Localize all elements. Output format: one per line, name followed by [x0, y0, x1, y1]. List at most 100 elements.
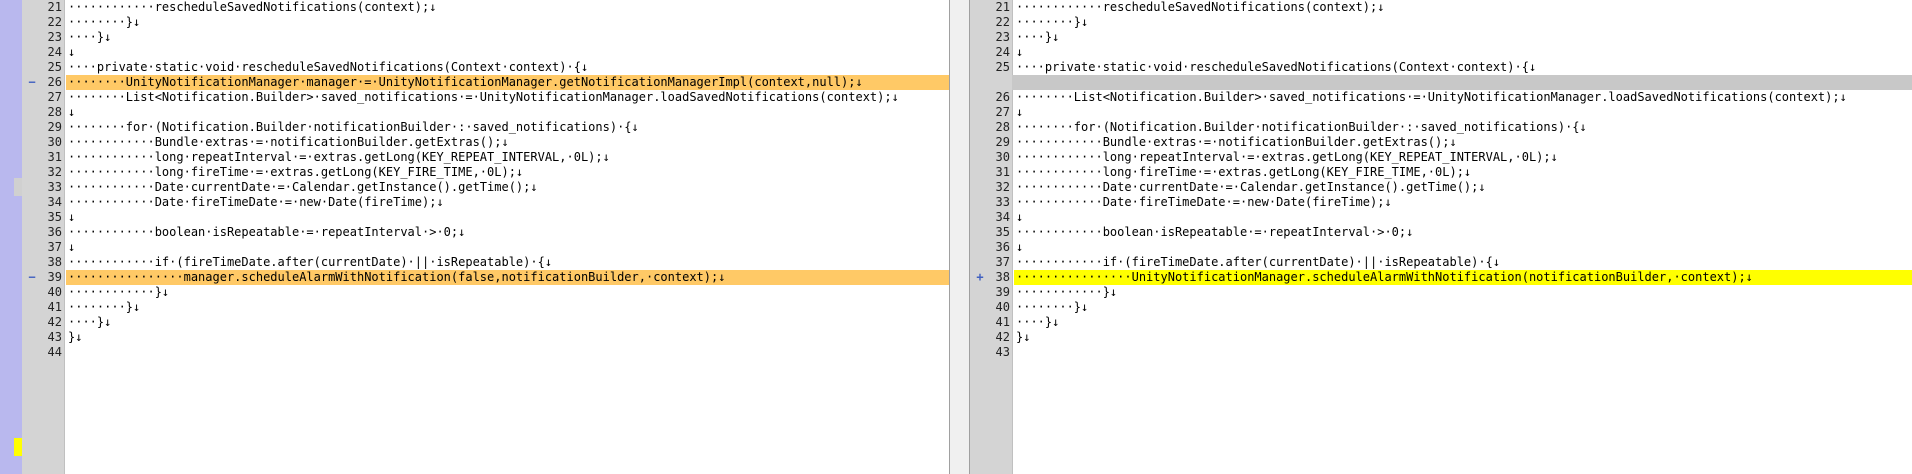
code-text[interactable]: ····}↓: [1014, 30, 1912, 45]
code-text[interactable]: ············long·repeatInterval·=·extras…: [1014, 150, 1912, 165]
code-line[interactable]: 29 ············Bundle·extras·=·notificati…: [970, 135, 1912, 150]
code-line[interactable]: 29 ········for·(Notification.Builder·noti…: [22, 120, 949, 135]
code-text[interactable]: ↓: [1014, 105, 1912, 120]
code-line[interactable]: 38 ············if·(fireTimeDate.after(cur…: [22, 255, 949, 270]
code-line[interactable]: 28 ········for·(Notification.Builder·noti…: [970, 120, 1912, 135]
code-line[interactable]: 22 ········}↓: [22, 15, 949, 30]
code-line[interactable]: 34 ············Date·fireTimeDate·=·new·Da…: [22, 195, 949, 210]
code-line[interactable]: 41 ········}↓: [22, 300, 949, 315]
code-text[interactable]: ············rescheduleSavedNotifications…: [1014, 0, 1912, 15]
code-text[interactable]: ········}↓: [66, 15, 949, 30]
code-text[interactable]: }↓: [66, 330, 949, 345]
code-text[interactable]: ↓: [1014, 45, 1912, 60]
code-line[interactable]: 42 ····}↓: [22, 315, 949, 330]
code-line[interactable]: 26 ········List<Notification.Builder>·sav…: [970, 90, 1912, 105]
code-line[interactable]: 42}↓: [970, 330, 1912, 345]
code-text[interactable]: ············}↓: [66, 285, 949, 300]
code-text[interactable]: ········}↓: [66, 300, 949, 315]
code-text[interactable]: ········}↓: [1014, 300, 1912, 315]
code-line[interactable]: 35 ············boolean·isRepeatable·=·rep…: [970, 225, 1912, 240]
line-number: 37: [47, 240, 62, 254]
code-line[interactable]: 41 ····}↓: [970, 315, 1912, 330]
code-line[interactable]: 34 ↓: [970, 210, 1912, 225]
code-line[interactable]: −39 ················manager.scheduleAlarm…: [22, 270, 949, 285]
code-line[interactable]: 35 ↓: [22, 210, 949, 225]
code-line[interactable]: 28 ↓: [22, 105, 949, 120]
code-line[interactable]: 37 ↓: [22, 240, 949, 255]
code-text[interactable]: ············long·fireTime·=·extras.getLo…: [1014, 165, 1912, 180]
code-line[interactable]: 21 ············rescheduleSavedNotificatio…: [970, 0, 1912, 15]
right-editor-pane[interactable]: 21 ············rescheduleSavedNotificatio…: [970, 0, 1912, 474]
code-text[interactable]: ············if·(fireTimeDate.after(curre…: [1014, 255, 1912, 270]
code-line[interactable]: 36 ↓: [970, 240, 1912, 255]
code-text[interactable]: ············if·(fireTimeDate.after(curre…: [66, 255, 949, 270]
code-text[interactable]: ········UnityNotificationManager·manager…: [66, 75, 949, 90]
code-text[interactable]: ↓: [66, 105, 949, 120]
code-text[interactable]: ↓: [66, 240, 949, 255]
code-line[interactable]: 32 ············Date·currentDate·=·Calenda…: [970, 180, 1912, 195]
code-line[interactable]: 31 ············long·fireTime·=·extras.get…: [970, 165, 1912, 180]
code-text[interactable]: ············rescheduleSavedNotifications…: [66, 0, 949, 15]
code-text[interactable]: ↓: [1014, 210, 1912, 225]
overview-change-marker[interactable]: [14, 178, 22, 196]
code-line[interactable]: 32 ············long·fireTime·=·extras.get…: [22, 165, 949, 180]
code-line[interactable]: 44: [22, 345, 949, 360]
code-text[interactable]: ············Bundle·extras·=·notification…: [1014, 135, 1912, 150]
code-text[interactable]: ········List<Notification.Builder>·saved…: [1014, 90, 1912, 105]
code-text[interactable]: ········}↓: [1014, 15, 1912, 30]
code-line[interactable]: 25 ····private·static·void·rescheduleSave…: [970, 60, 1912, 75]
code-text[interactable]: ········for·(Notification.Builder·notifi…: [1014, 120, 1912, 135]
left-editor-pane[interactable]: 21 ············rescheduleSavedNotificatio…: [22, 0, 949, 474]
code-line[interactable]: 27 ↓: [970, 105, 1912, 120]
code-line[interactable]: 31 ············long·repeatInterval·=·extr…: [22, 150, 949, 165]
code-text[interactable]: ················manager.scheduleAlarmWit…: [66, 270, 949, 285]
code-line[interactable]: 24 ↓: [970, 45, 1912, 60]
code-text[interactable]: ↓: [66, 210, 949, 225]
code-text[interactable]: ····private·static·void·rescheduleSavedN…: [66, 60, 949, 75]
code-text[interactable]: ········List<Notification.Builder>·saved…: [66, 90, 949, 105]
code-line[interactable]: 40 ············}↓: [22, 285, 949, 300]
code-line[interactable]: 39 ············}↓: [970, 285, 1912, 300]
diff-overview-bar[interactable]: [0, 0, 23, 474]
code-text[interactable]: ↓: [1014, 240, 1912, 255]
code-text[interactable]: }↓: [1014, 330, 1912, 345]
code-line[interactable]: 23 ····}↓: [22, 30, 949, 45]
code-line[interactable]: 36 ············boolean·isRepeatable·=·rep…: [22, 225, 949, 240]
code-line[interactable]: 24 ↓: [22, 45, 949, 60]
code-text[interactable]: ················UnityNotificationManager…: [1014, 270, 1912, 285]
code-text[interactable]: ············Date·currentDate·=·Calendar.…: [66, 180, 949, 195]
code-text[interactable]: ············Date·currentDate·=·Calendar.…: [1014, 180, 1912, 195]
code-line[interactable]: 43: [970, 345, 1912, 360]
code-text[interactable]: ········for·(Notification.Builder·notifi…: [66, 120, 949, 135]
code-text[interactable]: ············}↓: [1014, 285, 1912, 300]
code-line[interactable]: −26 ········UnityNotificationManager·mana…: [22, 75, 949, 90]
code-line[interactable]: 30 ············Bundle·extras·=·notificati…: [22, 135, 949, 150]
code-line[interactable]: 21 ············rescheduleSavedNotificatio…: [22, 0, 949, 15]
code-line[interactable]: 25 ····private·static·void·rescheduleSave…: [22, 60, 949, 75]
code-text[interactable]: ····private·static·void·rescheduleSavedN…: [1014, 60, 1912, 75]
code-text[interactable]: ············Bundle·extras·=·notification…: [66, 135, 949, 150]
code-text[interactable]: ············long·repeatInterval·=·extras…: [66, 150, 949, 165]
code-text[interactable]: ············long·fireTime·=·extras.getLo…: [66, 165, 949, 180]
code-text[interactable]: ↓: [66, 45, 949, 60]
code-line[interactable]: 27 ········List<Notification.Builder>·sav…: [22, 90, 949, 105]
code-line[interactable]: 23 ····}↓: [970, 30, 1912, 45]
code-text[interactable]: ············Date·fireTimeDate·=·new·Date…: [66, 195, 949, 210]
code-line[interactable]: 22 ········}↓: [970, 15, 1912, 30]
code-text[interactable]: ············Date·fireTimeDate·=·new·Date…: [1014, 195, 1912, 210]
code-line[interactable]: 30 ············long·repeatInterval·=·extr…: [970, 150, 1912, 165]
code-line[interactable]: 33 ············Date·currentDate·=·Calenda…: [22, 180, 949, 195]
code-text[interactable]: ············boolean·isRepeatable·=·repea…: [66, 225, 949, 240]
code-line[interactable]: 33 ············Date·fireTimeDate·=·new·Da…: [970, 195, 1912, 210]
code-text[interactable]: ····}↓: [66, 315, 949, 330]
code-line[interactable]: +38 ················UnityNotificationMana…: [970, 270, 1912, 285]
pane-splitter[interactable]: [949, 0, 970, 474]
code-line[interactable]: 37 ············if·(fireTimeDate.after(cur…: [970, 255, 1912, 270]
code-line[interactable]: 43}↓: [22, 330, 949, 345]
code-text[interactable]: ····}↓: [66, 30, 949, 45]
code-text[interactable]: ····}↓: [1014, 315, 1912, 330]
code-line[interactable]: 40 ········}↓: [970, 300, 1912, 315]
code-line[interactable]: [970, 75, 1912, 90]
code-text[interactable]: ············boolean·isRepeatable·=·repea…: [1014, 225, 1912, 240]
overview-change-marker[interactable]: [14, 438, 22, 456]
